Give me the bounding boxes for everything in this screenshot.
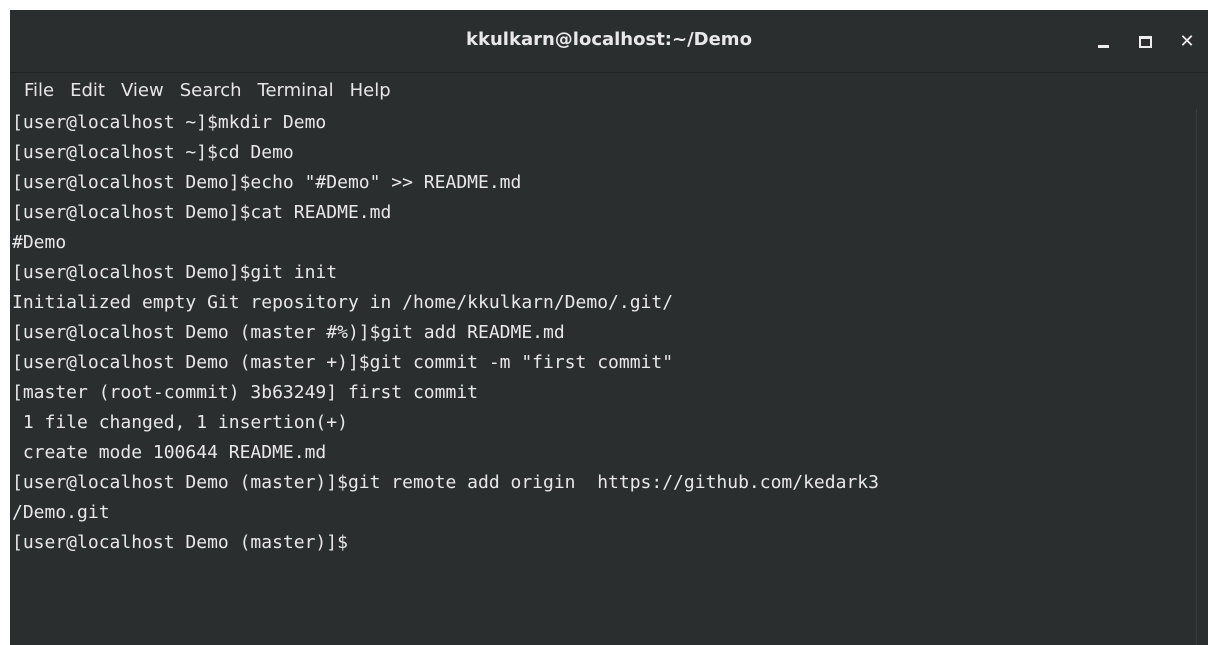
terminal-line: create mode 100644 README.md [12,442,327,463]
close-button[interactable]: ✕ [1166,22,1208,62]
menu-bar: File Edit View Search Terminal Help [10,73,1208,109]
close-icon: ✕ [1179,30,1195,52]
title-bar[interactable]: kkulkarn@localhost:~/Demo ✕ [10,10,1208,73]
maximize-icon [1138,35,1152,48]
terminal-line: [master (root-commit) 3b63249] first com… [12,382,478,403]
terminal-window: kkulkarn@localhost:~/Demo ✕ File Edit Vi… [10,10,1208,645]
window-title: kkulkarn@localhost:~/Demo [466,29,752,50]
terminal-line: [user@localhost ~]$mkdir Demo [12,112,327,133]
terminal-line: [user@localhost Demo]$git init [12,262,338,283]
terminal-line: #Demo [12,232,67,253]
menu-search[interactable]: Search [172,77,250,105]
minimize-button[interactable] [1082,22,1124,62]
window-controls: ✕ [1082,10,1208,73]
terminal-line: Initialized empty Git repository in /hom… [12,292,674,313]
terminal-line: [user@localhost Demo (master +)]$git com… [12,352,674,373]
terminal-line: /Demo.git [12,502,110,523]
minimize-icon [1097,45,1109,48]
menu-view[interactable]: View [113,77,172,105]
terminal-line: 1 file changed, 1 insertion(+) [12,412,348,433]
menu-help[interactable]: Help [342,77,399,105]
terminal-line: [user@localhost Demo]$echo "#Demo" >> RE… [12,172,522,193]
terminal-line: [user@localhost Demo (master)]$git remot… [12,472,879,493]
terminal-line: [user@localhost Demo]$cat README.md [12,202,392,223]
terminal-prompt: [user@localhost Demo (master)]$ [12,532,348,553]
terminal-output[interactable]: [user@localhost ~]$mkdir Demo [user@loca… [10,109,1196,645]
maximize-button[interactable] [1124,22,1166,62]
menu-edit[interactable]: Edit [62,77,113,105]
menu-terminal[interactable]: Terminal [250,77,342,105]
terminal-scrollbar[interactable] [1196,109,1208,645]
terminal-line: [user@localhost ~]$cd Demo [12,142,294,163]
menu-file[interactable]: File [16,77,62,105]
terminal-line: [user@localhost Demo (master #%)]$git ad… [12,322,565,343]
